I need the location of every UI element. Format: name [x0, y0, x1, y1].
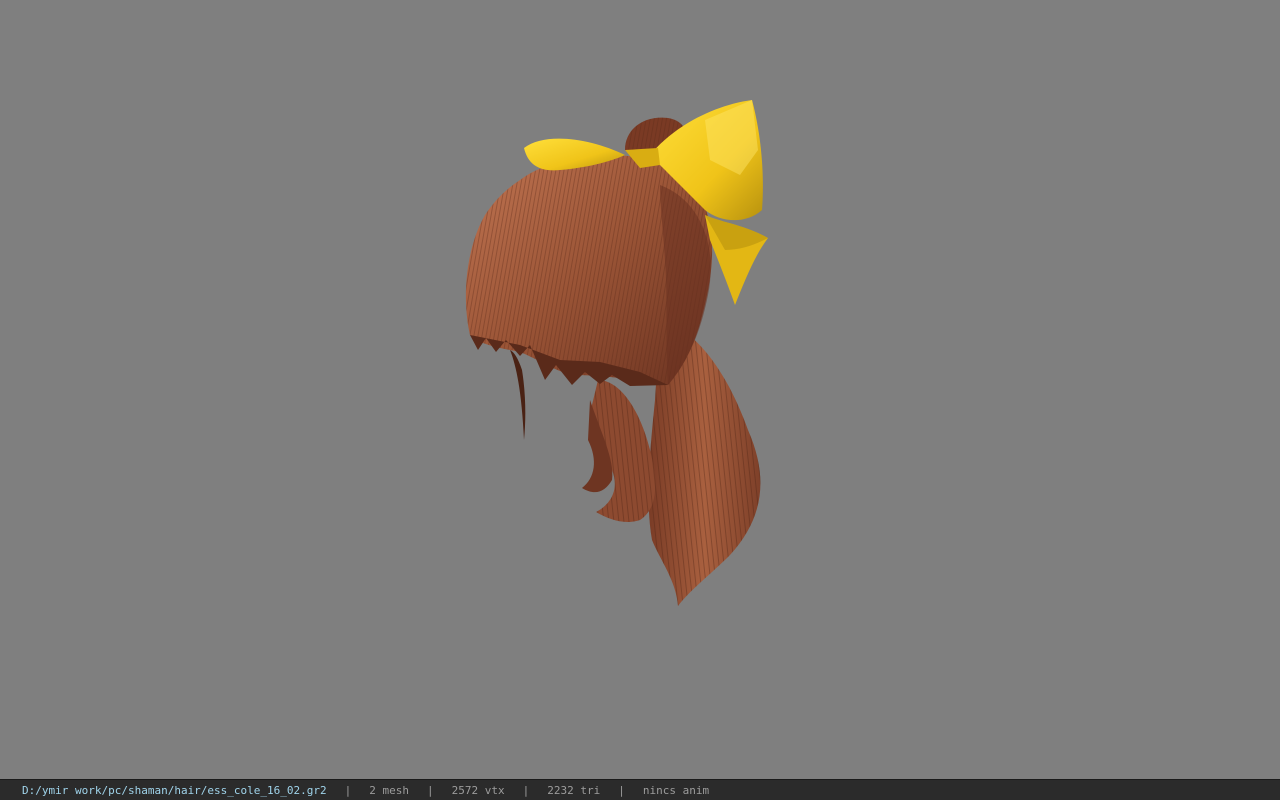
- vertex-count-label: 2572 vtx: [451, 783, 505, 797]
- animation-status-label: nincs anim: [642, 783, 710, 797]
- 3d-viewport[interactable]: [0, 0, 1280, 779]
- mesh-count-label: 2 mesh: [369, 783, 410, 797]
- separator: |: [522, 783, 530, 797]
- separator: |: [427, 783, 434, 797]
- status-bar: D:/ymir work/pc/shaman/hair/ess_cole_16_…: [0, 779, 1280, 800]
- file-path-label: D:/ymir work/pc/shaman/hair/ess_cole_16_…: [22, 783, 327, 797]
- triangle-count-label: 2232 tri: [547, 783, 601, 797]
- separator: |: [344, 783, 352, 797]
- separator: |: [618, 783, 625, 797]
- hair-model-render[interactable]: [0, 0, 1280, 779]
